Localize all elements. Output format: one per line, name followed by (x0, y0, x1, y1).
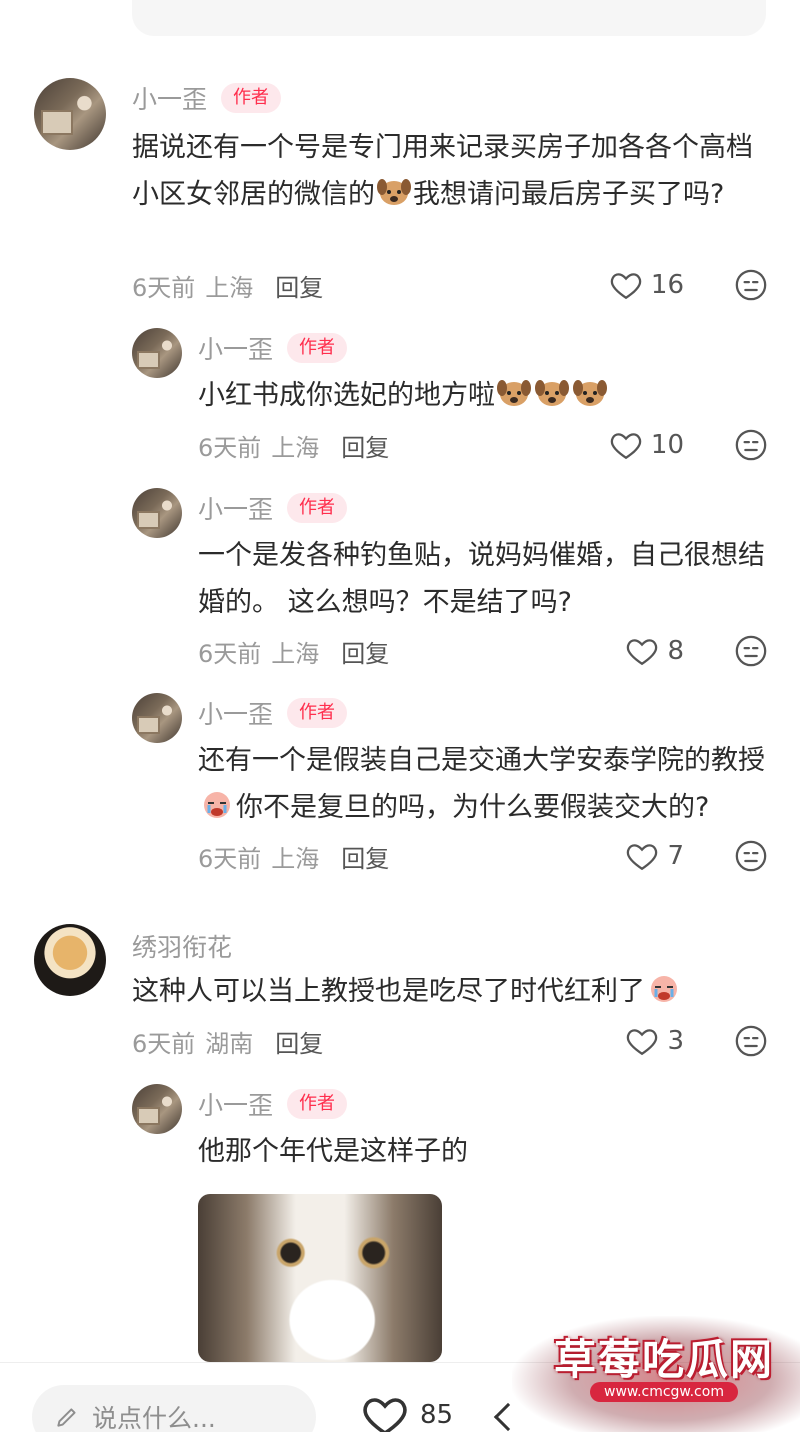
location: 上海 (271, 640, 320, 668)
like-button[interactable]: 7 (625, 839, 684, 873)
location: 上海 (205, 274, 254, 302)
avatar[interactable] (34, 924, 106, 996)
reply-text-part: 小红书成你选妃的地方啦 (198, 380, 495, 411)
reply-actions: 10 (609, 428, 768, 462)
comment-text-part: 这种人可以当上教授也是吃尽了时代红利了 (132, 976, 645, 1007)
reply-text[interactable]: 还有一个是假装自己是交通大学安泰学院的教授你不是复旦的吗，为什么要假装交大的? (198, 737, 768, 831)
location: 上海 (271, 434, 320, 462)
watermark-url: www.cmcgw.com (590, 1382, 738, 1402)
timestamp: 6天前 (132, 1030, 196, 1058)
avatar[interactable] (132, 328, 182, 378)
like-count: 3 (667, 1026, 684, 1056)
cat-photo (198, 1194, 442, 1362)
heart-outline-icon (627, 844, 658, 871)
reply-text[interactable]: 小红书成你选妃的地方啦 (198, 372, 768, 419)
reply-text[interactable]: 一个是发各种钓鱼贴，说妈妈催婚，自己很想结婚的。 这么想吗？不是结了吗? (198, 532, 768, 626)
input-placeholder: 说点什么... (92, 1404, 216, 1432)
meh-face-icon[interactable] (734, 428, 768, 462)
like-button[interactable]: 3 (625, 1024, 684, 1058)
pencil-icon (57, 1408, 76, 1427)
avatar[interactable] (132, 488, 182, 538)
location: 湖南 (205, 1030, 254, 1058)
meh-face-icon[interactable] (734, 268, 768, 302)
location: 上海 (271, 845, 320, 873)
comment-header: 绣羽衔花 (132, 928, 232, 964)
author-badge: 作者 (287, 1089, 348, 1119)
username[interactable]: 小一歪 (198, 1086, 273, 1122)
like-count: 8 (667, 636, 684, 666)
reply-button[interactable]: 回复 (275, 268, 323, 303)
comment-actions: 16 (609, 268, 768, 302)
timestamp: 6天前 (198, 434, 262, 462)
author-badge: 作者 (287, 333, 348, 363)
crying-face-emoji-icon (204, 792, 230, 818)
like-count: 7 (667, 841, 684, 871)
avatar[interactable] (132, 1084, 182, 1134)
comment-actions: 3 (625, 1024, 768, 1058)
reply-header: 小一歪 作者 (198, 1086, 348, 1122)
reply-meta: 6天前 上海 回复 (198, 634, 389, 669)
comment-meta: 6天前 湖南 回复 (132, 1024, 323, 1059)
comment-meta: 6天前 上海 回复 (132, 268, 323, 303)
avatar[interactable] (132, 693, 182, 743)
like-button[interactable]: 10 (609, 428, 684, 462)
meh-face-icon[interactable] (734, 634, 768, 668)
like-count: 10 (650, 430, 684, 460)
username[interactable]: 小一歪 (198, 695, 273, 731)
comment-input[interactable]: 说点什么... (32, 1385, 316, 1432)
username[interactable]: 小一歪 (132, 80, 207, 116)
post-like-button[interactable]: 85 (360, 1393, 453, 1432)
author-badge: 作者 (287, 698, 348, 728)
timestamp: 6天前 (132, 274, 196, 302)
heart-outline-icon (627, 1029, 658, 1056)
comment-text[interactable]: 据说还有一个号是专门用来记录买房子加各各个高档小区女邻居的微信的 我想请问最后房子… (132, 124, 768, 218)
previous-comment-remnant (132, 0, 766, 36)
reply-header: 小一歪 作者 (198, 330, 348, 366)
author-badge: 作者 (221, 83, 282, 113)
like-count: 16 (650, 270, 684, 300)
timestamp: 6天前 (198, 845, 262, 873)
username[interactable]: 小一歪 (198, 490, 273, 526)
username[interactable]: 小一歪 (198, 330, 273, 366)
reply-button[interactable]: 回复 (275, 1024, 323, 1059)
heart-outline-icon (610, 433, 642, 460)
author-badge: 作者 (287, 493, 348, 523)
comment-text-part: 我想请问最后房子买了吗? (413, 179, 725, 210)
reply-attached-image[interactable] (198, 1194, 442, 1362)
reply-header: 小一歪 作者 (198, 490, 348, 526)
reply-actions: 7 (625, 839, 768, 873)
timestamp: 6天前 (198, 640, 262, 668)
reply-actions: 8 (625, 634, 768, 668)
meh-face-icon[interactable] (734, 839, 768, 873)
reply-header: 小一歪 作者 (198, 695, 348, 731)
reply-button[interactable]: 回复 (341, 839, 389, 874)
reply-button[interactable]: 回复 (341, 634, 389, 669)
crying-face-emoji-icon (651, 976, 677, 1002)
meh-face-icon[interactable] (734, 1024, 768, 1058)
watermark-title: 草莓吃瓜网 (554, 1335, 775, 1384)
reply-meta: 6天前 上海 回复 (198, 428, 389, 463)
avatar[interactable] (34, 78, 106, 150)
heart-outline-icon (627, 639, 658, 666)
comment-text[interactable]: 这种人可以当上教授也是吃尽了时代红利了 (132, 968, 768, 1015)
dog-emoji-icon (573, 380, 607, 406)
dog-emoji-icon (497, 380, 531, 406)
heart-outline-icon (363, 1398, 407, 1432)
reply-text-part: 还有一个是假装自己是交通大学安泰学院的教授 (198, 745, 765, 776)
reply-text[interactable]: 他那个年代是这样子的 (198, 1128, 768, 1175)
reply-text-part: 你不是复旦的吗，为什么要假装交大的? (236, 792, 710, 823)
dog-emoji-icon (535, 380, 569, 406)
post-like-count: 85 (420, 1400, 454, 1430)
like-button[interactable]: 16 (609, 268, 684, 302)
heart-outline-icon (610, 273, 642, 300)
dog-emoji-icon (377, 179, 411, 205)
like-button[interactable]: 8 (625, 634, 684, 668)
username[interactable]: 绣羽衔花 (132, 928, 232, 964)
reply-meta: 6天前 上海 回复 (198, 839, 389, 874)
reply-button[interactable]: 回复 (341, 428, 389, 463)
comment-header: 小一歪 作者 (132, 80, 282, 116)
